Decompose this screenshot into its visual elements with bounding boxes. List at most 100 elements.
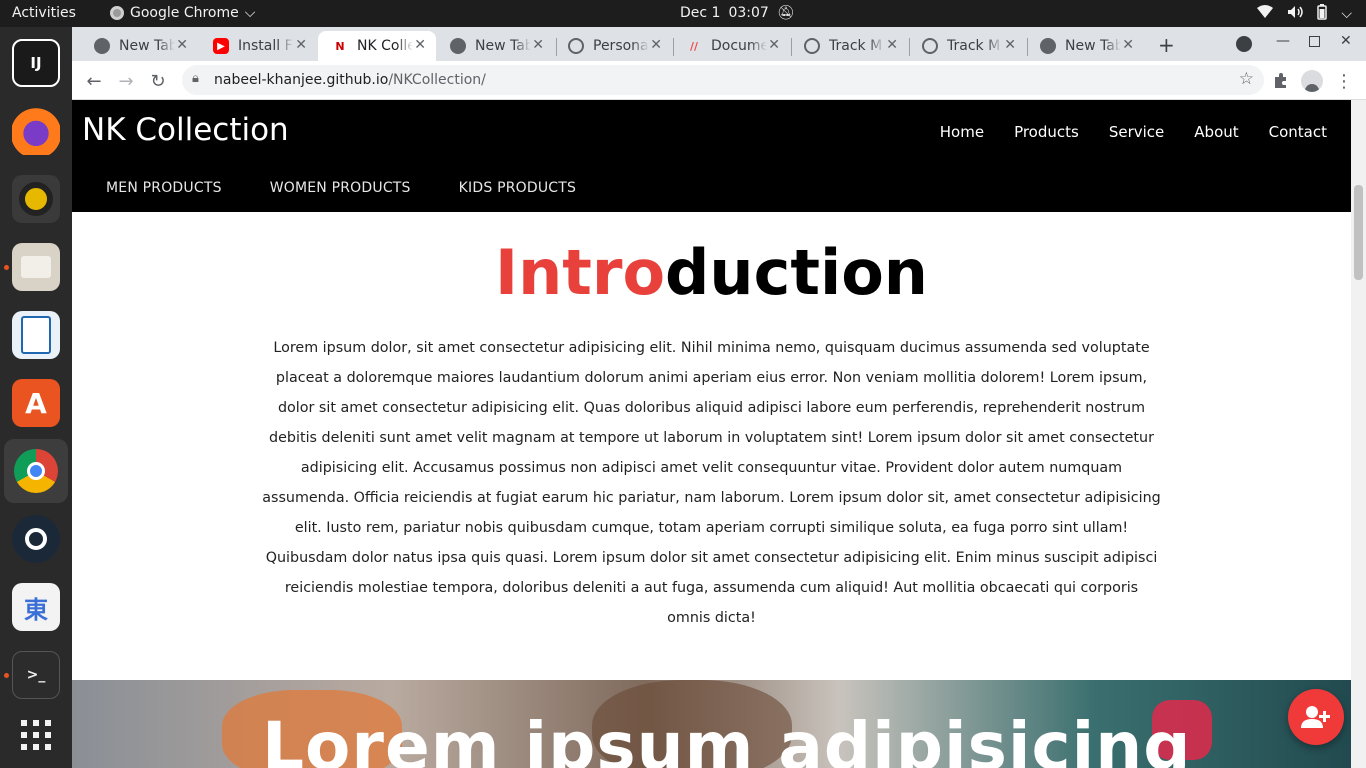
tab[interactable]: Track M ✕ [908,31,1026,61]
tab[interactable]: ▶ Install F ✕ [199,31,317,61]
tab[interactable]: New Tab ✕ [1026,31,1144,61]
docs-favicon-icon: // [689,39,699,53]
chrome-mini-icon [110,6,124,20]
main-nav: Home Products Service About Contact [940,123,1327,141]
chrome-favicon-icon [1040,38,1056,54]
back-icon[interactable]: ← [82,69,106,93]
sub-nav: MEN PRODUCTS WOMEN PRODUCTS KIDS PRODUCT… [106,180,576,196]
address-bar[interactable]: 🔒︎ nabeel-khanjee.github.io/NKCollection… [182,65,1264,95]
tab[interactable]: Persona ✕ [554,31,672,61]
system-top-bar: Activities Google Chrome ⌵ Dec 1 03:07 🔕… [0,0,1366,27]
globe-favicon-icon [568,38,584,54]
bookmark-star-icon[interactable]: ☆ [1239,69,1254,89]
site-navbar: NK Collection Home Products Service Abou… [72,100,1351,212]
intro-title: Introduction [72,238,1351,308]
close-icon[interactable]: ✕ [650,37,662,53]
close-icon[interactable]: ✕ [532,37,544,53]
time: 03:07 [728,5,769,21]
close-icon[interactable]: ✕ [886,37,898,53]
nav-products[interactable]: Products [1014,123,1079,141]
close-icon[interactable]: ✕ [1004,37,1016,53]
subnav-women-products[interactable]: WOMEN PRODUCTS [270,180,411,196]
system-tray[interactable]: ⌵ [1257,4,1352,24]
close-icon[interactable]: ✕ [295,37,307,53]
chrome-favicon-icon [94,38,110,54]
software-center-icon[interactable]: A [12,379,60,427]
rhythmbox-icon[interactable] [12,175,60,223]
globe-favicon-icon [922,38,938,54]
new-tab-button[interactable]: + [1158,33,1175,57]
reload-icon[interactable]: ↻ [146,69,170,93]
tab-title: New Tab [475,38,531,54]
nav-home[interactable]: Home [940,123,984,141]
page-scrollbar[interactable] [1351,100,1366,768]
tab-title: Track M [947,38,1001,54]
brand-logo[interactable]: NK Collection [82,112,289,148]
globe-favicon-icon [804,38,820,54]
toolbar: ← → ↻ 🔒︎ nabeel-khanjee.github.io/NKColl… [72,61,1366,100]
activities-button[interactable]: Activities [12,5,76,21]
nav-service[interactable]: Service [1109,123,1164,141]
url-host: nabeel-khanjee.github.io [214,72,389,88]
scrollbar-thumb[interactable] [1354,185,1363,280]
add-user-icon [1301,706,1330,728]
clock[interactable]: Dec 1 03:07 🔕︎ [680,5,795,21]
nav-contact[interactable]: Contact [1269,123,1327,141]
minimize-icon[interactable]: — [1276,33,1290,49]
close-icon[interactable]: ✕ [1122,37,1134,53]
tab[interactable]: New Tab ✕ [436,31,554,61]
menu-dots-icon[interactable]: ⋮ [1332,69,1356,93]
app-menu[interactable]: Google Chrome ⌵ [110,5,255,21]
tab-search-icon[interactable] [1236,36,1252,52]
tab-active[interactable]: N NK Colle ✕ [318,31,436,61]
tab[interactable]: Track M ✕ [790,31,908,61]
extensions-icon[interactable] [1268,69,1292,93]
nk-favicon-icon: N [335,39,345,53]
subnav-kids-products[interactable]: KIDS PRODUCTS [459,180,576,196]
add-user-button[interactable] [1288,689,1344,745]
tab-title: New Tab [1065,38,1121,54]
chrome-favicon-icon [450,38,466,54]
tab-strip: New Tab ✕ ▶ Install F ✕ N NK Colle ✕ New… [72,27,1366,61]
intro-paragraph: Lorem ipsum dolor, sit amet consectetur … [262,340,1161,626]
notification-bell-icon: 🔕︎ [776,5,795,21]
files-icon[interactable] [12,243,60,291]
tab-title: Docume [711,38,767,54]
volume-icon [1287,5,1304,23]
web-page: NK Collection Home Products Service Abou… [72,100,1366,768]
close-icon[interactable]: ✕ [768,37,780,53]
tab[interactable]: New Tab ✕ [80,31,198,61]
date: Dec 1 [680,5,721,21]
tab-title: Install F [238,38,293,54]
profile-icon[interactable] [1300,69,1324,93]
intro-title-rest: duction [665,236,928,309]
intellij-icon[interactable]: IJ [12,39,60,87]
tab-title: Persona [593,38,649,54]
subnav-men-products[interactable]: MEN PRODUCTS [106,180,222,196]
battery-icon [1317,4,1328,24]
tab-title: NK Colle [357,38,413,54]
nav-about[interactable]: About [1194,123,1238,141]
forward-icon[interactable]: → [114,69,138,93]
terminal-icon[interactable]: >_ [12,651,60,699]
steam-icon[interactable] [12,515,60,563]
maximize-icon[interactable] [1309,36,1320,47]
wifi-icon [1257,5,1274,23]
hero-title: Lorem ipsum adipisicing [262,708,1192,768]
chevron-down-icon: ⌵ [244,5,256,21]
show-apps-icon[interactable] [12,711,60,759]
lock-icon: 🔒︎ [192,71,199,86]
hero-banner: Lorem ipsum adipisicing [72,680,1351,768]
tab[interactable]: // Docume ✕ [672,31,790,61]
libreoffice-writer-icon[interactable] [12,311,60,359]
youtube-favicon-icon: ▶ [213,38,229,54]
close-window-icon[interactable]: ✕ [1340,33,1352,49]
tab-title: New Tab [119,38,175,54]
tab-title: Track M [829,38,883,54]
firefox-icon[interactable] [12,107,60,155]
close-icon[interactable]: ✕ [176,37,188,53]
input-method-icon[interactable]: 東 [12,583,60,631]
url-path: /NKCollection/ [388,72,486,88]
close-icon[interactable]: ✕ [414,37,426,53]
chrome-icon[interactable] [4,439,68,503]
